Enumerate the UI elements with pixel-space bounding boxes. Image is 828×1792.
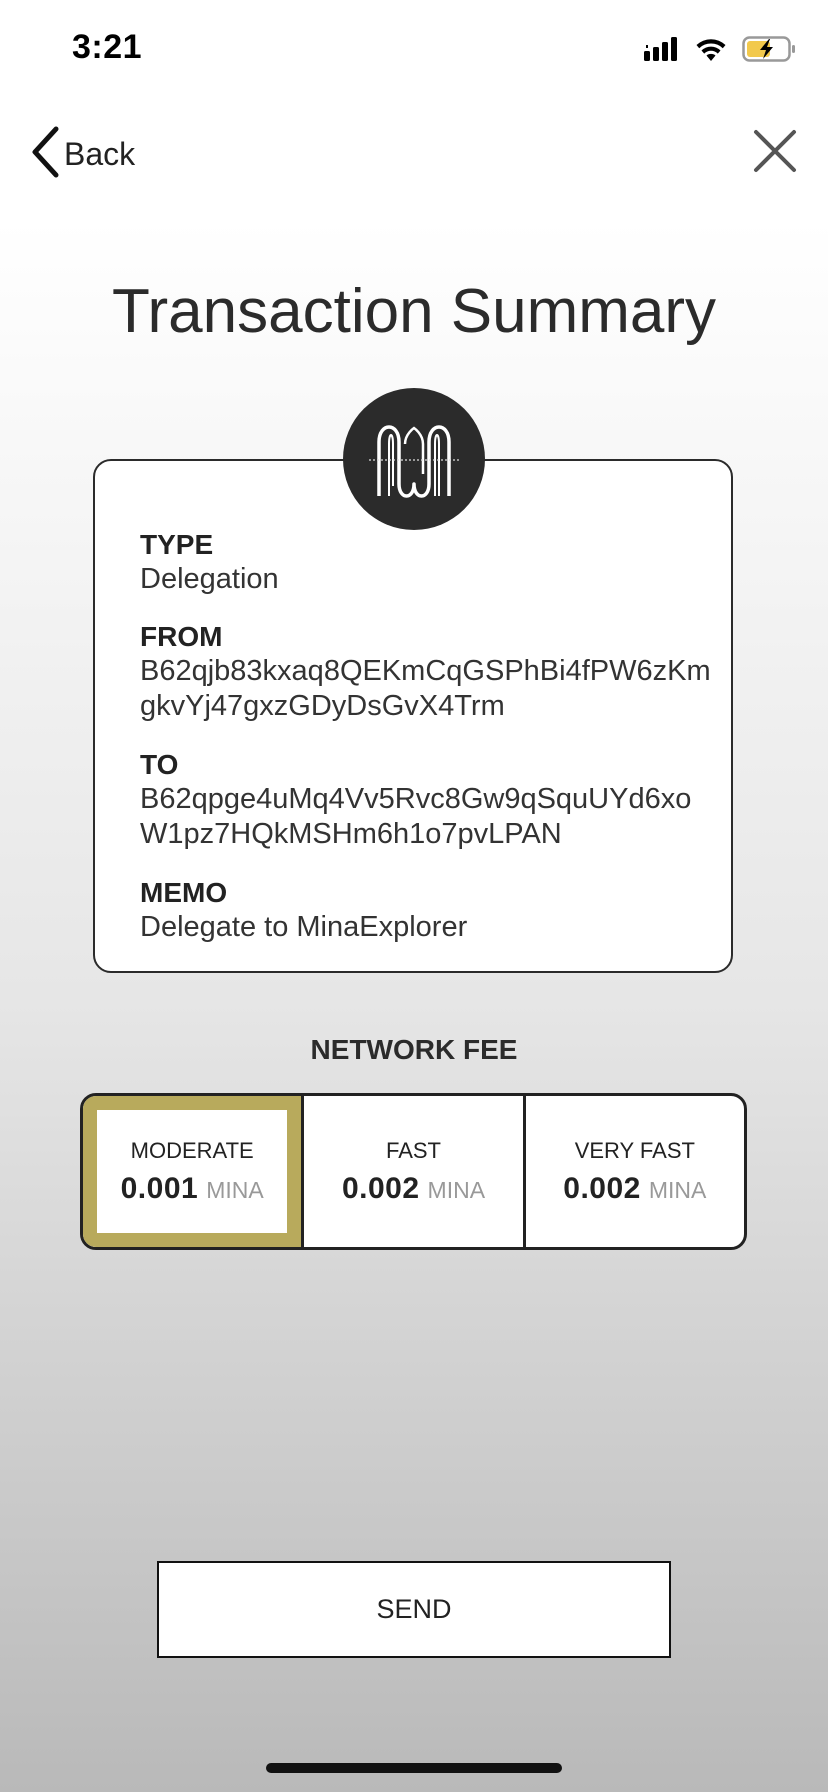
fee-option-very-fast[interactable]: VERY FAST 0.002 MINA — [522, 1096, 744, 1247]
network-fee-title: NETWORK FEE — [310, 1034, 518, 1065]
status-bar: 3:21 — [0, 0, 828, 100]
memo-field: MEMO Delegate to MinaExplorer — [140, 876, 711, 945]
fee-content: VERY FAST 0.002 MINA — [563, 1138, 706, 1206]
fee-unit: MINA — [427, 1176, 486, 1203]
to-field: TO B62qpge4uMq4Vv5Rvc8Gw9qSquUYd6xoW1pz7… — [140, 748, 711, 852]
type-field: TYPE Delegation — [140, 528, 711, 597]
fee-option-fast[interactable]: FAST 0.002 MINA — [301, 1096, 522, 1247]
page-title: Transaction Summary — [111, 277, 717, 346]
close-icon — [752, 130, 798, 178]
battery-charging-icon — [742, 36, 796, 67]
fee-content: MODERATE 0.001 MINA — [121, 1138, 264, 1206]
fee-label: FAST — [385, 1137, 441, 1163]
memo-label: MEMO — [140, 877, 228, 908]
from-label: FROM — [140, 621, 223, 652]
fee-amount-row: 0.002 MINA — [342, 1172, 485, 1206]
fee-unit: MINA — [206, 1176, 264, 1203]
fee-amount-row: 0.002 MINA — [563, 1172, 706, 1206]
fee-unit: MINA — [648, 1176, 707, 1203]
memo-value: Delegate to MinaExplorer — [140, 911, 468, 943]
back-label: Back — [64, 136, 136, 172]
fee-amount: 0.002 — [563, 1171, 641, 1205]
type-label: TYPE — [140, 529, 214, 560]
fee-amount: 0.001 — [120, 1171, 199, 1205]
chevron-left-icon — [30, 126, 60, 183]
to-label: TO — [140, 749, 179, 780]
signal-icon — [644, 37, 680, 66]
to-address: B62qpge4uMq4Vv5Rvc8Gw9qSquUYd6xoW1pz7HQk… — [140, 783, 692, 850]
check-circle-icon — [97, 1110, 123, 1136]
from-field: FROM B62qjb83kxaq8QEKmCqGSPhBi4fPW6zKmgk… — [140, 620, 711, 724]
send-button[interactable]: SEND — [157, 1561, 671, 1658]
transaction-summary-card: TYPE Delegation FROM B62qjb83kxaq8QEKmCq… — [93, 459, 733, 973]
wifi-icon — [694, 37, 728, 67]
fee-content: FAST 0.002 MINA — [342, 1138, 485, 1206]
fee-amount: 0.002 — [341, 1171, 420, 1205]
status-time: 3:21 — [72, 28, 143, 66]
back-button[interactable]: Back — [30, 126, 135, 183]
home-indicator[interactable] — [266, 1763, 562, 1773]
fee-label: VERY FAST — [574, 1137, 695, 1163]
status-icons — [644, 36, 796, 67]
fee-option-moderate[interactable]: MODERATE 0.001 MINA — [83, 1096, 302, 1247]
fee-selector: MODERATE 0.001 MINA FAST 0.002 MINA VERY… — [80, 1093, 747, 1250]
mina-logo-icon — [343, 388, 485, 530]
from-address: B62qjb83kxaq8QEKmCqGSPhBi4fPW6zKmgkvYj47… — [140, 655, 711, 722]
fee-label: MODERATE — [130, 1137, 254, 1163]
type-value: Delegation — [140, 563, 279, 595]
fee-amount-row: 0.001 MINA — [121, 1172, 264, 1206]
close-button[interactable] — [752, 128, 798, 174]
